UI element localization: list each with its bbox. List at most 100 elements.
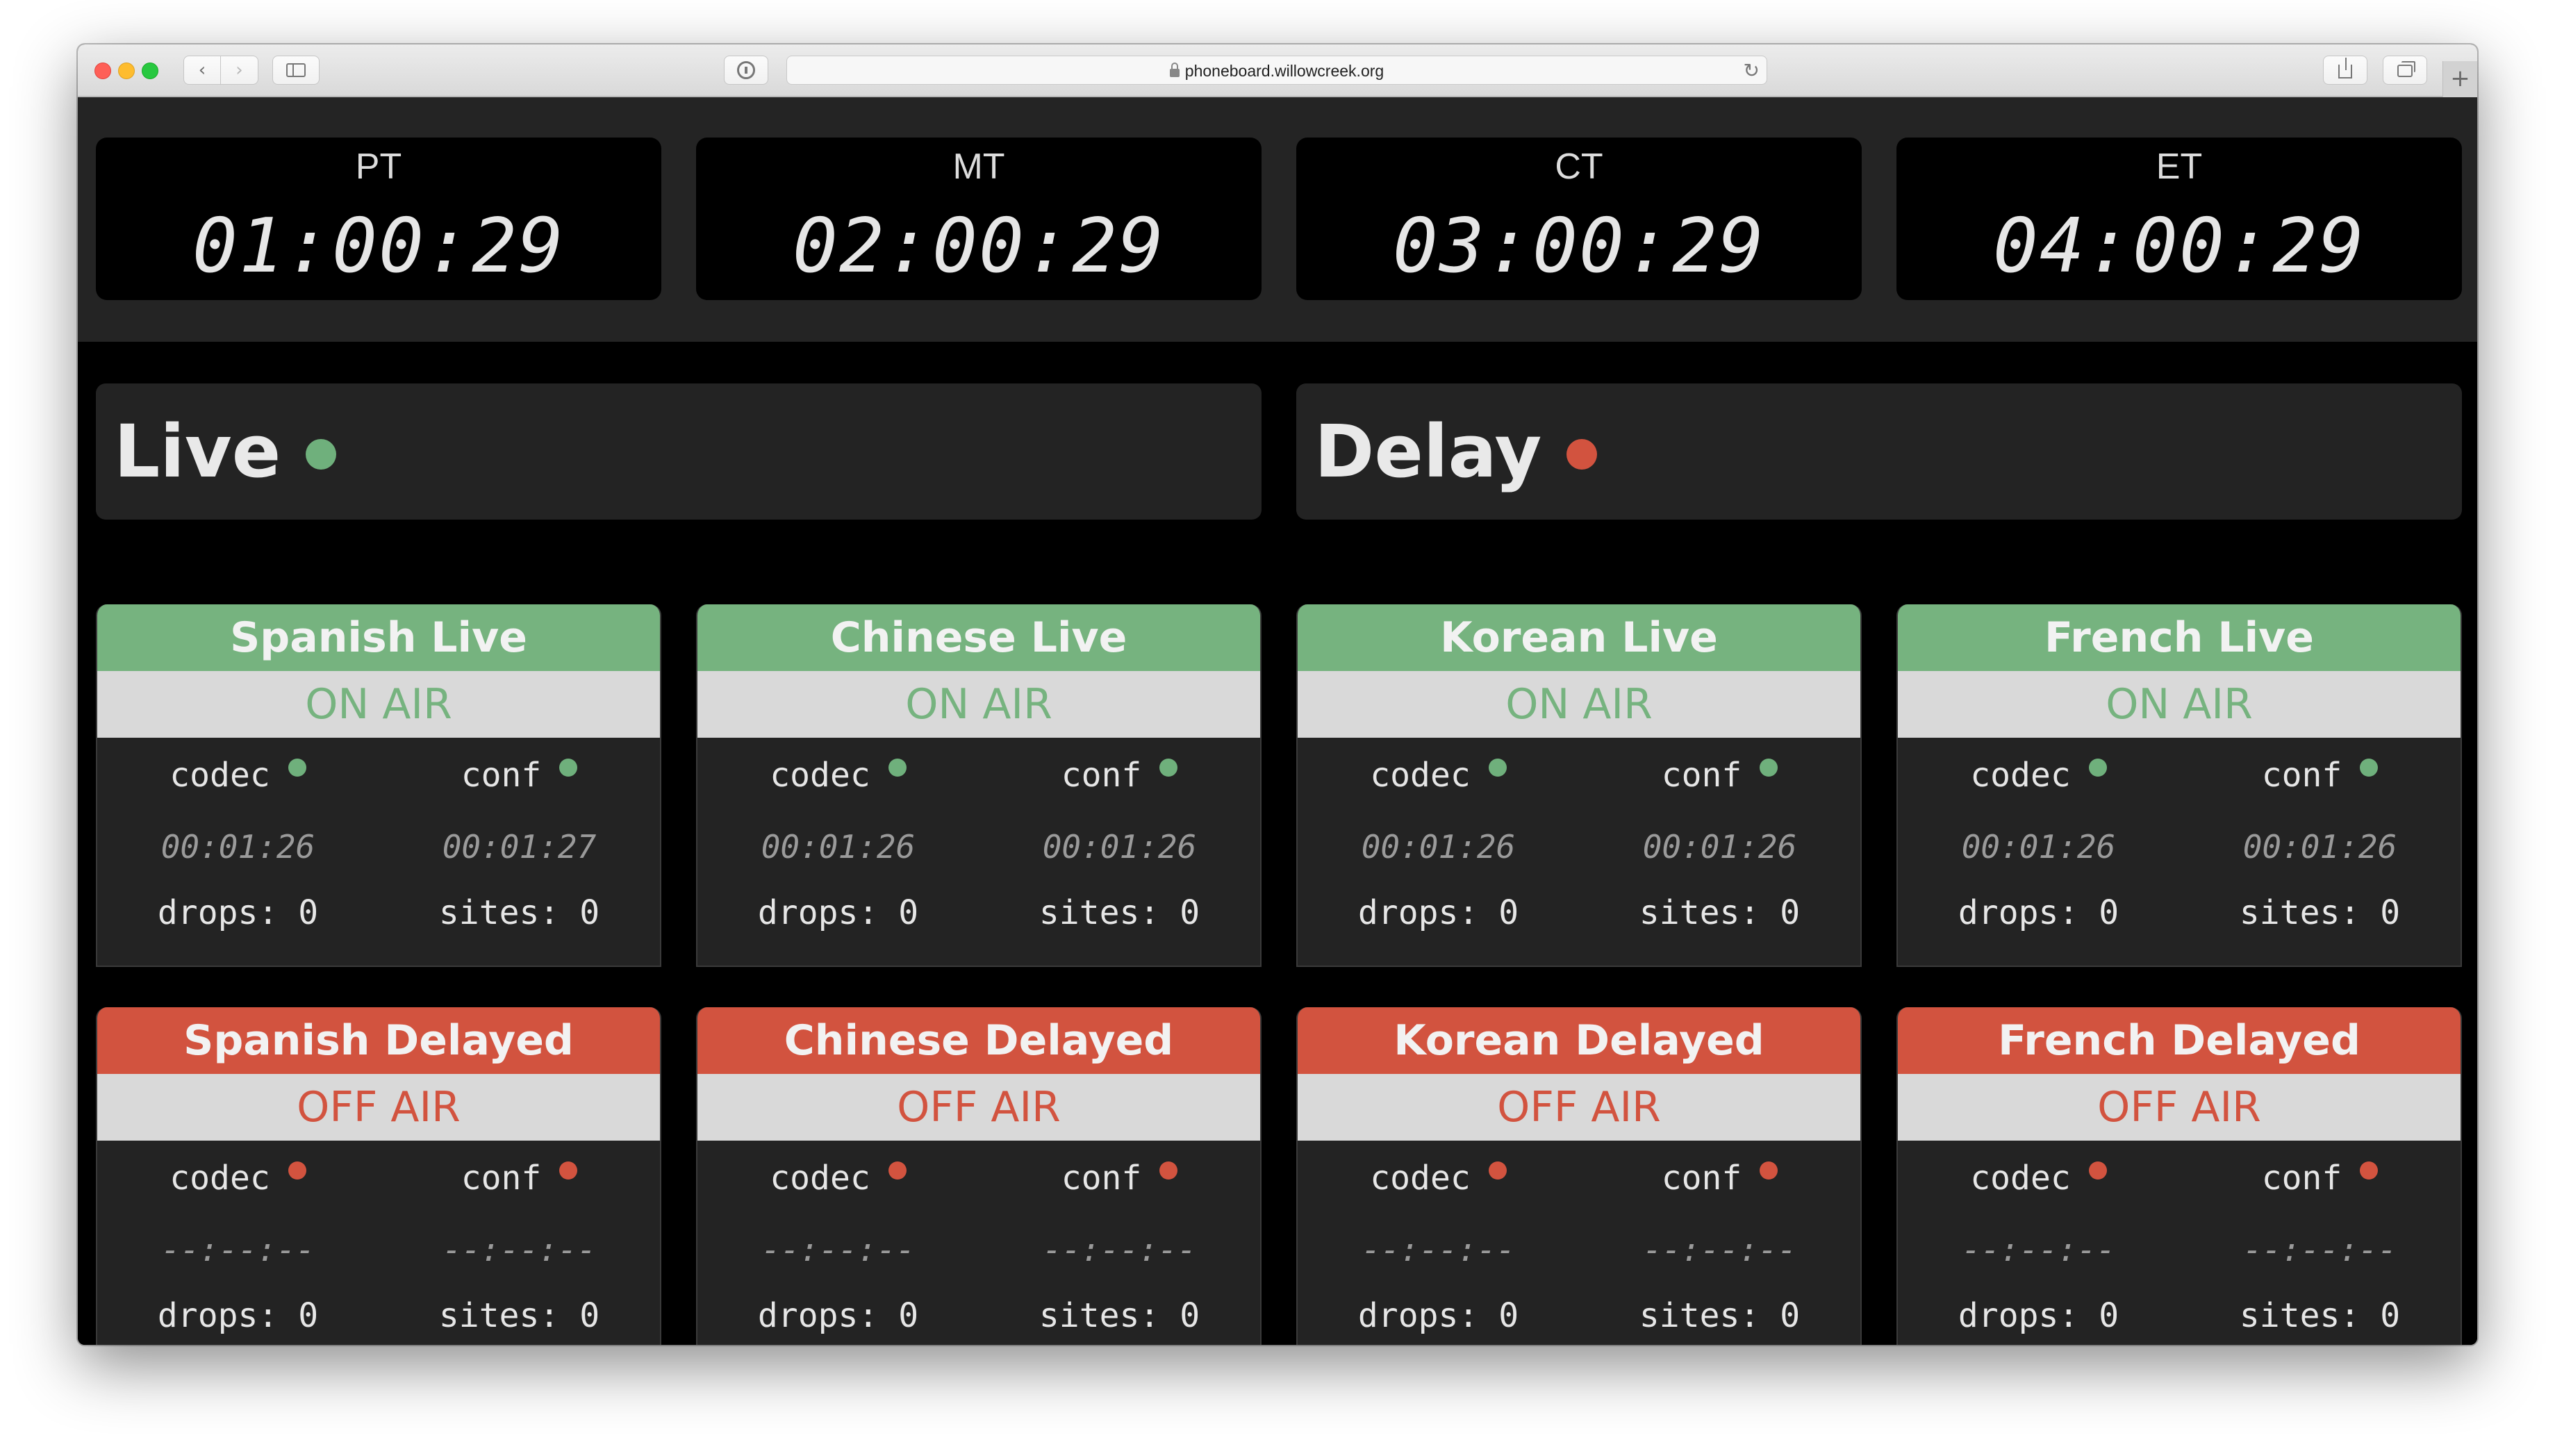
clock-time: 02:00:29 (792, 203, 1166, 290)
drops-value: 0 (898, 1296, 919, 1335)
conf-label: conf (461, 756, 542, 795)
sites-count: sites: 0 (979, 893, 1260, 932)
conf-status-dot (1760, 759, 1778, 777)
clock-time: 01:00:29 (192, 203, 565, 290)
conf-timer: --:--:-- (2242, 1231, 2397, 1268)
sites-label: sites: (2239, 893, 2360, 932)
sites-count: sites: 0 (1579, 1296, 1860, 1335)
clock-time: 03:00:29 (1392, 203, 1766, 290)
sites-count: sites: 0 (379, 1296, 660, 1335)
channel-card: French Live ON AIR codec conf 00:01:26 00:01:… (1896, 604, 2462, 967)
conf-status: conf (2179, 1159, 2461, 1198)
codec-status: codec (697, 1159, 979, 1198)
drops-label: drops: (757, 893, 879, 932)
forward-icon[interactable]: › (221, 56, 258, 84)
conf-status-dot (1159, 759, 1178, 777)
channel-stats: codec conf --:--:-- --:--:-- drops: 0 sites: … (697, 1141, 1260, 1345)
address-bar[interactable]: phoneboard.willowcreek.org ↻ (786, 56, 1767, 85)
conf-label: conf (2261, 756, 2342, 795)
live-title-text: Live (114, 409, 281, 494)
clock-strip: PT 01:00:29 MT 02:00:29 CT 03:00:29 ET 0… (78, 97, 2477, 342)
channel-name: French Live (1898, 604, 2461, 671)
channel-card: Korean Live ON AIR codec conf 00:01:26 00:01:… (1296, 604, 1862, 967)
conf-status: conf (379, 756, 660, 795)
clock-mt: MT 02:00:29 (696, 138, 1262, 300)
drops-value: 0 (2099, 893, 2119, 932)
drops-label: drops: (1958, 893, 2079, 932)
channel-name: Chinese Delayed (697, 1007, 1260, 1074)
codec-label: codec (169, 1159, 270, 1198)
conf-status: conf (379, 1159, 660, 1198)
drops-value: 0 (298, 1296, 319, 1335)
delay-title-text: Delay (1314, 409, 1542, 494)
sites-count: sites: 0 (379, 893, 660, 932)
air-status: ON AIR (1298, 671, 1860, 738)
drops-count: drops: 0 (1898, 1296, 2179, 1335)
back-icon[interactable]: ‹ (184, 56, 221, 84)
codec-status: codec (97, 1159, 379, 1198)
drops-value: 0 (898, 893, 919, 932)
sites-value: 0 (579, 1296, 600, 1335)
zoom-window-button[interactable] (142, 63, 158, 79)
channel-card: Chinese Delayed OFF AIR codec conf --:--:-- -… (696, 1007, 1262, 1345)
close-window-button[interactable] (94, 63, 111, 79)
codec-timer: --:--:-- (1361, 1231, 1516, 1268)
conf-label: conf (2261, 1159, 2342, 1198)
minimize-window-button[interactable] (118, 63, 135, 79)
address-text-container: phoneboard.willowcreek.org (787, 56, 1767, 85)
channel-card: Spanish Delayed OFF AIR codec conf --:--:-- -… (96, 1007, 661, 1345)
codec-timer: 00:01:26 (761, 828, 916, 866)
channel-name: French Delayed (1898, 1007, 2461, 1074)
clock-zone: PT (355, 147, 402, 187)
codec-label: codec (1370, 756, 1471, 795)
channel-name: Spanish Delayed (97, 1007, 660, 1074)
drops-value: 0 (1498, 893, 1519, 932)
codec-label: codec (1370, 1159, 1471, 1198)
codec-status: codec (97, 756, 379, 795)
clock-zone: MT (952, 147, 1005, 187)
privacy-report-button[interactable] (724, 56, 768, 85)
drops-label: drops: (1958, 1296, 2079, 1335)
clock-time: 04:00:29 (1992, 203, 2366, 290)
live-section-title: Live (114, 409, 337, 494)
delay-section-title: Delay (1314, 409, 1598, 494)
reload-icon[interactable]: ↻ (1744, 56, 1760, 85)
sites-count: sites: 0 (2179, 893, 2461, 932)
air-status: ON AIR (97, 671, 660, 738)
navigation-buttons: ‹ › (183, 56, 258, 85)
clock-pt: PT 01:00:29 (96, 138, 661, 300)
conf-timer: --:--:-- (442, 1231, 597, 1268)
live-section-header: Live (96, 383, 1262, 520)
sites-value: 0 (1180, 893, 1200, 932)
channel-stats: codec conf --:--:-- --:--:-- drops: 0 sites: … (1898, 1141, 2461, 1345)
conf-status: conf (2179, 756, 2461, 795)
drops-value: 0 (1498, 1296, 1519, 1335)
sites-label: sites: (1639, 893, 1760, 932)
sites-label: sites: (2239, 1296, 2360, 1335)
conf-label: conf (1061, 756, 1142, 795)
conf-timer: 00:01:27 (442, 828, 597, 866)
codec-status-dot (1488, 759, 1507, 777)
conf-timer: --:--:-- (1042, 1231, 1197, 1268)
channel-name: Korean Delayed (1298, 1007, 1860, 1074)
sites-value: 0 (2380, 1296, 2401, 1335)
air-status: OFF AIR (1898, 1074, 2461, 1141)
drops-count: drops: 0 (97, 1296, 379, 1335)
channel-card: Korean Delayed OFF AIR codec conf --:--:-- --… (1296, 1007, 1862, 1345)
phoneboard-page: PT 01:00:29 MT 02:00:29 CT 03:00:29 ET 0… (78, 97, 2477, 1345)
air-status: ON AIR (697, 671, 1260, 738)
share-button[interactable] (2323, 56, 2367, 85)
tab-overview-button[interactable] (2383, 56, 2427, 85)
sidebar-toggle-button[interactable] (272, 56, 320, 85)
codec-status: codec (1898, 756, 2179, 795)
drops-count: drops: 0 (1898, 893, 2179, 932)
codec-timer: --:--:-- (761, 1231, 916, 1268)
drops-label: drops: (757, 1296, 879, 1335)
new-tab-button[interactable]: + (2442, 61, 2477, 97)
sites-label: sites: (1039, 1296, 1160, 1335)
drops-count: drops: 0 (697, 893, 979, 932)
delay-status-dot (1566, 438, 1598, 470)
channel-stats: codec conf 00:01:26 00:01:26 drops: 0 sites: … (1898, 738, 2461, 966)
conf-timer: --:--:-- (1642, 1231, 1797, 1268)
channel-name: Spanish Live (97, 604, 660, 671)
